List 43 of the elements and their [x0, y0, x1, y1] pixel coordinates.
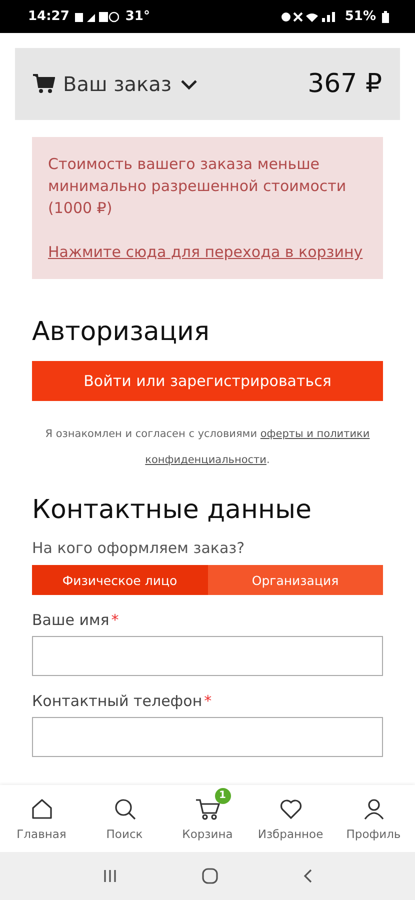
section-heading: Контактные данные — [32, 495, 313, 525]
home-button-icon[interactable] — [200, 867, 218, 885]
heart-icon — [278, 796, 302, 820]
nav-item[interactable]: Поиск — [83, 785, 166, 852]
section-heading: Авторизация — [32, 317, 211, 347]
nav-label: Поиск — [106, 826, 143, 840]
nav-label: Профиль — [346, 826, 401, 840]
status-time: 14:27 — [28, 9, 70, 24]
login-button[interactable]: Войти или зарегистрироваться — [32, 361, 383, 401]
order-title: Ваш заказ — [63, 72, 172, 96]
status-temperature: 31° — [125, 9, 150, 24]
nav-label: Корзина — [182, 826, 233, 840]
cart-icon — [194, 796, 220, 820]
nav-item[interactable]: Главная — [0, 785, 83, 852]
policy-link[interactable]: конфиденциальности — [145, 454, 266, 466]
cart-icon — [33, 74, 55, 94]
policy-link[interactable]: оферты и политики — [260, 428, 370, 440]
alert-message: Стоимость вашего заказа меньше минимально разрешенной стоимости (1000 ₽) — [48, 154, 348, 219]
battery-icon — [382, 10, 389, 22]
notification-icons — [75, 10, 120, 22]
nav-item[interactable]: Профиль — [332, 785, 415, 852]
nav-label: Главная — [16, 826, 66, 840]
field-label: Ваше имя* — [32, 611, 120, 629]
customer-type-tab[interactable]: Физическое лицо — [32, 565, 208, 595]
input-field[interactable] — [32, 717, 383, 757]
home-icon — [30, 796, 54, 820]
recent-apps-icon[interactable] — [102, 868, 118, 884]
input-field[interactable] — [32, 636, 383, 676]
profile-icon — [362, 796, 386, 820]
field-label: Контактный телефон* — [32, 692, 213, 710]
search-icon — [112, 796, 136, 820]
order-total: 367 ₽ — [308, 69, 382, 99]
customer-type-tab[interactable]: Организация — [208, 565, 383, 595]
consent-text: Я ознакомлен и согласен с условиями оферты и политики конфиденциальности. — [44, 427, 371, 468]
order-summary-bar[interactable]: Ваш заказ 367 ₽ — [15, 48, 400, 120]
nav-label: Избранное — [258, 826, 324, 840]
question-label: На кого оформляем заказ? — [32, 539, 246, 557]
back-icon[interactable] — [302, 868, 314, 884]
battery-percent: 51% — [344, 9, 376, 24]
nav-item[interactable]: 1 Корзина — [166, 785, 249, 852]
cart-link[interactable]: Нажмите сюда для перехода в корзину — [48, 241, 367, 263]
nav-item[interactable]: Избранное — [249, 785, 332, 852]
cart-count-badge: 1 — [214, 788, 230, 804]
